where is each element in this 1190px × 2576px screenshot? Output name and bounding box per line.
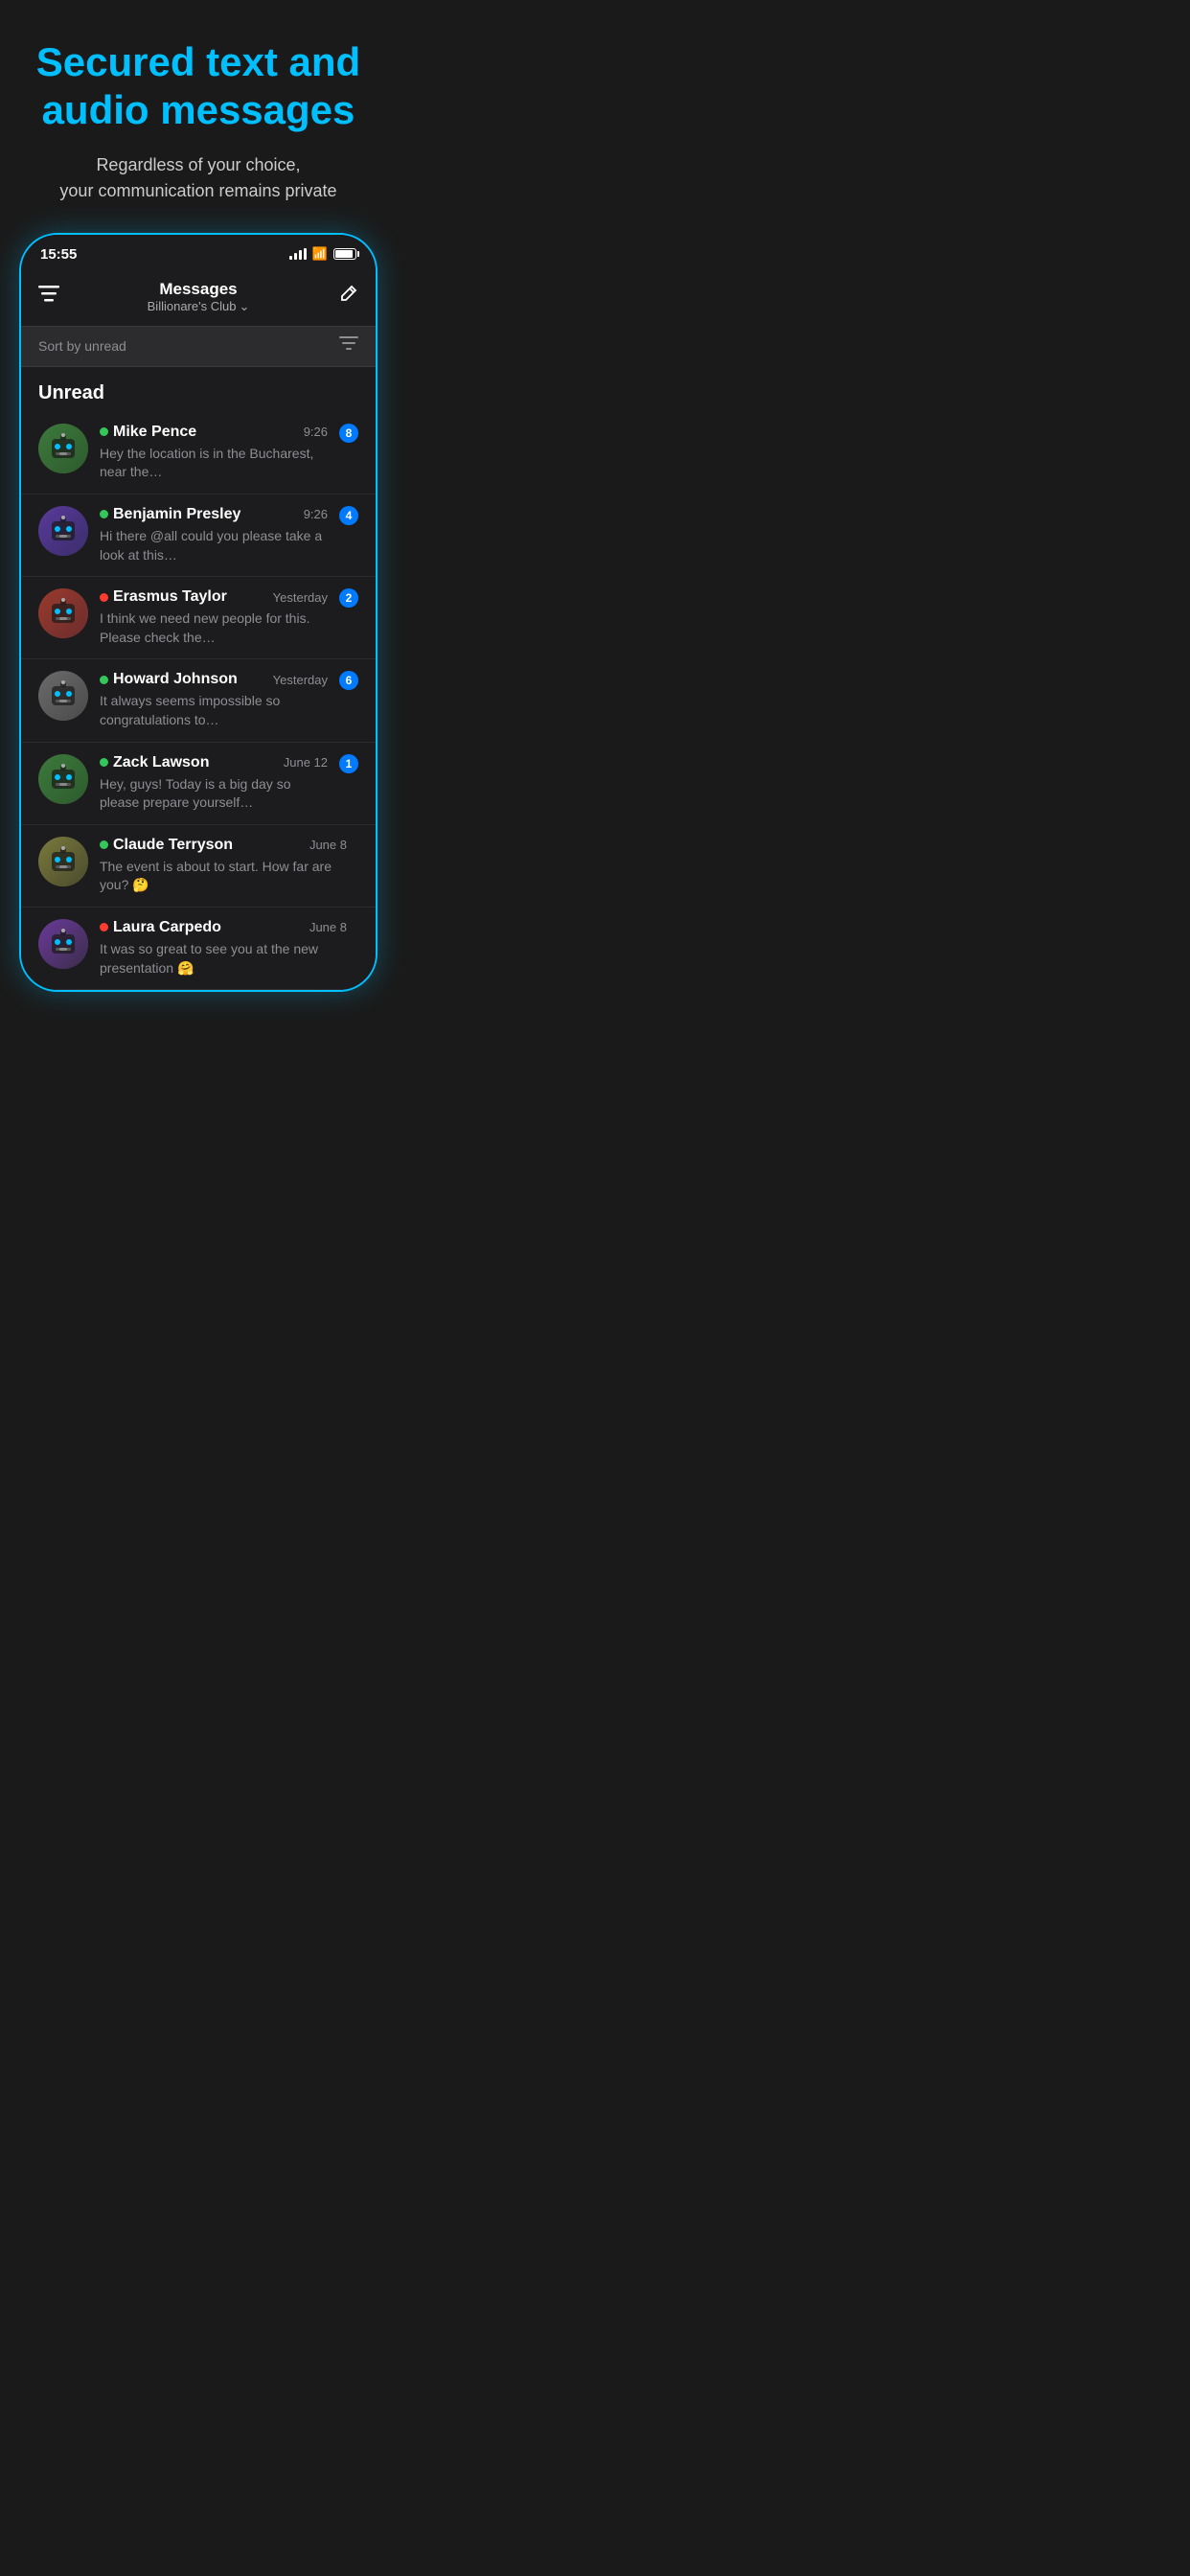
message-time: June 8 <box>309 838 347 852</box>
message-preview: The event is about to start. How far are… <box>100 858 347 895</box>
avatar <box>38 919 88 969</box>
unread-badge: 8 <box>339 424 358 443</box>
message-meta: 1 <box>339 754 358 773</box>
message-preview: I think we need new people for this. Ple… <box>100 610 328 647</box>
message-header: Erasmus Taylor Yesterday <box>100 588 328 606</box>
list-item[interactable]: Zack Lawson June 12 Hey, guys! Today is … <box>21 743 376 825</box>
main-title: Secured text and audio messages <box>36 38 360 135</box>
status-dot <box>100 510 108 518</box>
message-content: Erasmus Taylor Yesterday I think we need… <box>100 588 328 647</box>
nav-title: Messages <box>148 280 250 299</box>
message-preview: Hi there @all could you please take a lo… <box>100 527 328 564</box>
nav-subtitle[interactable]: Billionare's Club ⌄ <box>148 299 250 314</box>
sender-name: Mike Pence <box>100 424 196 441</box>
avatar <box>38 506 88 556</box>
list-item[interactable]: Erasmus Taylor Yesterday I think we need… <box>21 577 376 659</box>
message-content: Laura Carpedo June 8 It was so great to … <box>100 919 347 978</box>
status-dot <box>100 758 108 767</box>
message-content: Howard Johnson Yesterday It always seems… <box>100 671 328 729</box>
nav-center: Messages Billionare's Club ⌄ <box>148 280 250 314</box>
status-dot <box>100 923 108 932</box>
list-item[interactable]: Benjamin Presley 9:26 Hi there @all coul… <box>21 494 376 577</box>
status-bar: 15:55 📶 <box>21 235 376 270</box>
sort-bar[interactable]: Sort by unread <box>21 326 376 367</box>
battery-icon <box>333 248 356 260</box>
message-preview: It was so great to see you at the new pr… <box>100 940 347 978</box>
sender-name: Claude Terryson <box>100 837 233 854</box>
messages-list: Unread <box>21 367 376 990</box>
message-preview: It always seems impossible so congratula… <box>100 692 328 729</box>
sender-name: Zack Lawson <box>100 754 209 771</box>
unread-badge: 2 <box>339 588 358 608</box>
message-preview: Hey, guys! Today is a big day so please … <box>100 775 328 813</box>
message-header: Claude Terryson June 8 <box>100 837 347 854</box>
status-icons: 📶 <box>289 246 356 262</box>
unread-badge: 6 <box>339 671 358 690</box>
message-meta: 8 <box>339 424 358 443</box>
message-header: Mike Pence 9:26 <box>100 424 328 441</box>
sort-label: Sort by unread <box>38 338 126 354</box>
message-header: Benjamin Presley 9:26 <box>100 506 328 523</box>
signal-icon <box>289 248 307 260</box>
message-time: 9:26 <box>304 507 328 521</box>
avatar <box>38 671 88 721</box>
list-item[interactable]: Claude Terryson June 8 The event is abou… <box>21 825 376 908</box>
message-meta: 4 <box>339 506 358 525</box>
hero-section: Secured text and audio messages Regardle… <box>27 38 370 204</box>
message-items-container: Mike Pence 9:26 Hey the location is in t… <box>21 412 376 990</box>
sender-name: Erasmus Taylor <box>100 588 227 606</box>
message-preview: Hey the location is in the Bucharest, ne… <box>100 445 328 482</box>
message-time: June 12 <box>284 755 328 770</box>
sender-name: Howard Johnson <box>100 671 238 688</box>
status-time: 15:55 <box>40 246 77 263</box>
message-content: Zack Lawson June 12 Hey, guys! Today is … <box>100 754 328 813</box>
filter-icon[interactable] <box>38 286 59 309</box>
subtitle: Regardless of your choice, your communic… <box>36 152 360 204</box>
sender-name: Benjamin Presley <box>100 506 240 523</box>
message-header: Laura Carpedo June 8 <box>100 919 347 936</box>
status-dot <box>100 840 108 849</box>
compose-icon[interactable] <box>337 284 358 310</box>
list-item[interactable]: Howard Johnson Yesterday It always seems… <box>21 659 376 742</box>
section-unread: Unread <box>21 367 376 412</box>
wifi-icon: 📶 <box>312 246 328 262</box>
unread-badge: 4 <box>339 506 358 525</box>
message-header: Howard Johnson Yesterday <box>100 671 328 688</box>
sort-icon <box>339 336 358 356</box>
avatar <box>38 424 88 473</box>
message-content: Benjamin Presley 9:26 Hi there @all coul… <box>100 506 328 564</box>
message-meta: 2 <box>339 588 358 608</box>
status-dot <box>100 676 108 684</box>
avatar <box>38 588 88 638</box>
phone-mockup: 15:55 📶 Messages Billio <box>19 233 378 992</box>
avatar <box>38 837 88 886</box>
status-dot <box>100 593 108 602</box>
list-item[interactable]: Laura Carpedo June 8 It was so great to … <box>21 908 376 990</box>
nav-bar: Messages Billionare's Club ⌄ <box>21 270 376 326</box>
avatar <box>38 754 88 804</box>
list-item[interactable]: Mike Pence 9:26 Hey the location is in t… <box>21 412 376 494</box>
sender-name: Laura Carpedo <box>100 919 221 936</box>
message-time: 9:26 <box>304 425 328 439</box>
message-meta: 6 <box>339 671 358 690</box>
message-time: June 8 <box>309 920 347 934</box>
message-content: Mike Pence 9:26 Hey the location is in t… <box>100 424 328 482</box>
message-time: Yesterday <box>273 590 328 605</box>
message-time: Yesterday <box>273 673 328 687</box>
message-header: Zack Lawson June 12 <box>100 754 328 771</box>
unread-badge: 1 <box>339 754 358 773</box>
message-content: Claude Terryson June 8 The event is abou… <box>100 837 347 895</box>
status-dot <box>100 427 108 436</box>
